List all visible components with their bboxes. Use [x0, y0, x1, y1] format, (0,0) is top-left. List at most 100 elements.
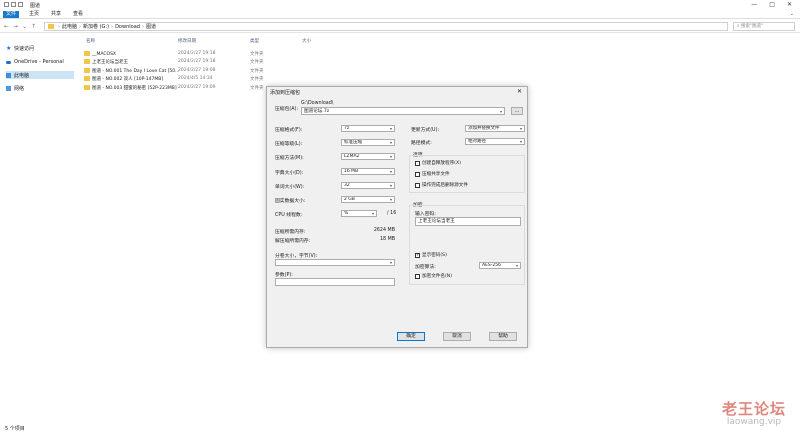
- split-label: 分卷大小，字节(V):: [275, 254, 318, 259]
- properties-icon[interactable]: [4, 2, 9, 7]
- column-header-type[interactable]: 类型: [250, 38, 259, 44]
- method-select[interactable]: LZMA2 ▾: [341, 153, 395, 160]
- memory-decompress-value: 18 MB: [379, 237, 395, 242]
- back-icon[interactable]: ←: [4, 23, 9, 30]
- folder-icon: [84, 76, 90, 81]
- encrypt-names-checkbox[interactable]: 加密文件名(N): [415, 273, 452, 279]
- split-select[interactable]: ▾: [275, 259, 395, 266]
- format-select[interactable]: 7z ▾: [341, 125, 395, 132]
- sidebar-item-onedrive[interactable]: OneDrive - Personal: [6, 58, 74, 66]
- params-input[interactable]: [275, 278, 395, 286]
- ribbon: 文件 主页 共享 查看 ⌄: [0, 10, 800, 19]
- chevron-down-icon: ▾: [389, 126, 392, 131]
- folder-icon: [48, 24, 54, 29]
- encryption-method-select[interactable]: AES-256 ▾: [479, 262, 521, 269]
- archive-name-input[interactable]: 图道论坛.7z ▾: [301, 107, 505, 115]
- dict-select[interactable]: 16 MB ▾: [341, 168, 395, 175]
- path-mode-select[interactable]: 相对路径 ▾: [465, 138, 525, 145]
- column-header-name[interactable]: 名称: [86, 38, 95, 44]
- encryption-method-label: 加密算法:: [415, 265, 436, 270]
- cpu-label: CPU 线程数:: [275, 213, 303, 218]
- memory-compress-value: 2624 MB: [373, 228, 395, 233]
- shared-files-checkbox[interactable]: 压缩共享文件: [415, 171, 450, 177]
- delete-after-checkbox[interactable]: 操作完成后删除源文件: [415, 182, 468, 188]
- solid-select[interactable]: 2 GB ▾: [341, 196, 395, 203]
- folder-icon: [84, 59, 90, 64]
- breadcrumb-current[interactable]: 图道: [146, 23, 156, 30]
- chevron-down-icon: ▾: [389, 169, 392, 174]
- chevron-down-icon: ▾: [519, 126, 522, 131]
- sidebar: ★ 快速访问 OneDrive - Personal 此电脑 网络: [0, 38, 78, 418]
- cpu-select[interactable]: % ▾: [341, 210, 377, 217]
- chevron-down-icon[interactable]: ▾: [500, 108, 502, 114]
- breadcrumb-drive[interactable]: 新加卷 (G:): [83, 23, 109, 30]
- close-icon[interactable]: ✕: [517, 88, 522, 95]
- cpu-total: / 16: [387, 211, 397, 216]
- chevron-down-icon: ▾: [515, 263, 518, 268]
- sfx-checkbox[interactable]: 创建自释放程序(X): [415, 160, 461, 166]
- chevron-down-icon: ▾: [389, 154, 392, 159]
- watermark-text: 老王论坛: [722, 400, 787, 418]
- archive-label: 压缩包(A):: [275, 107, 299, 112]
- help-button[interactable]: 帮助: [489, 332, 517, 341]
- sidebar-item-network[interactable]: 网络: [6, 84, 74, 92]
- new-folder-icon[interactable]: [11, 2, 16, 7]
- folder-icon: [84, 51, 90, 56]
- level-label: 压缩等级(L):: [275, 142, 303, 147]
- solid-label: 固实数据大小:: [275, 199, 306, 204]
- level-select[interactable]: 标准压缩 ▾: [341, 139, 395, 146]
- cloud-icon: [6, 60, 11, 64]
- up-icon[interactable]: ↑: [31, 23, 36, 30]
- password-label: 输入密码:: [415, 212, 436, 217]
- computer-icon: [6, 72, 11, 78]
- address-bar[interactable]: › 此电脑 › 新加卷 (G:) › Download › 图道: [44, 22, 728, 31]
- browse-button[interactable]: ...: [511, 107, 523, 115]
- chevron-down-icon: ▾: [519, 139, 522, 144]
- ok-button[interactable]: 确定: [397, 332, 425, 341]
- list-item[interactable]: 图道 - NO.001 The Day I Love Cat [50... 20…: [82, 68, 382, 75]
- breadcrumb-download[interactable]: Download: [115, 24, 140, 30]
- chevron-down-icon: ▾: [389, 140, 392, 145]
- window-title: 图道: [30, 3, 41, 9]
- search-input[interactable]: ⌕ 搜索"图道": [733, 22, 795, 31]
- list-item[interactable]: __MACOSX 2024/2/27 19:18 文件夹: [82, 51, 382, 58]
- sidebar-item-quick-access[interactable]: ★ 快速访问: [6, 44, 74, 52]
- list-item[interactable]: 上老王论坛当老王 2024/2/27 19:18 文件夹: [82, 59, 382, 66]
- close-icon[interactable]: ✕: [787, 1, 792, 8]
- star-icon: ★: [6, 44, 12, 52]
- column-header-date[interactable]: 修改日期: [178, 38, 196, 44]
- list-item[interactable]: 图道 - NO.002 双人 [10P-147MB] 2024/4/5 14:3…: [82, 76, 382, 83]
- format-label: 压缩格式(F):: [275, 128, 303, 133]
- recent-icon[interactable]: ⌄: [22, 23, 27, 30]
- update-select[interactable]: 添加并替换文件 ▾: [465, 125, 525, 132]
- folder-icon: [84, 68, 90, 73]
- sidebar-item-this-pc[interactable]: 此电脑: [6, 71, 74, 79]
- path-mode-label: 路径模式:: [411, 141, 432, 146]
- tab-home[interactable]: 主页: [26, 11, 42, 18]
- status-bar: 5 个项目: [5, 426, 25, 432]
- tab-view[interactable]: 查看: [70, 11, 86, 18]
- breadcrumb-this-pc[interactable]: 此电脑: [62, 23, 77, 30]
- cancel-button[interactable]: 取消: [443, 332, 471, 341]
- minimize-icon[interactable]: —: [751, 1, 757, 8]
- column-header-size[interactable]: 大小: [302, 38, 311, 44]
- password-input[interactable]: 上老王论坛当老王: [415, 217, 521, 226]
- dropdown-icon[interactable]: [18, 2, 23, 7]
- word-select[interactable]: 32 ▾: [341, 182, 395, 189]
- chevron-down-icon[interactable]: ⌄: [790, 11, 794, 17]
- maximize-icon[interactable]: □: [769, 1, 775, 8]
- chevron-down-icon: ▾: [371, 211, 374, 216]
- memory-compress-label: 压缩所需内存:: [275, 230, 306, 235]
- archive-path: G:\Download\: [301, 101, 334, 106]
- tab-file[interactable]: 文件: [3, 11, 20, 18]
- chevron-down-icon: ▾: [389, 183, 392, 188]
- show-password-checkbox[interactable]: 显示密码(S): [415, 252, 447, 258]
- quick-access-toolbar[interactable]: [4, 2, 23, 7]
- tab-share[interactable]: 共享: [48, 11, 64, 18]
- method-label: 压缩方法(M):: [275, 156, 304, 161]
- folder-icon: [84, 85, 90, 90]
- chevron-down-icon: ▾: [389, 260, 392, 265]
- word-label: 单词大小(W):: [275, 185, 305, 190]
- forward-icon[interactable]: →: [13, 23, 18, 30]
- memory-decompress-label: 解压缩所需内存:: [275, 239, 311, 244]
